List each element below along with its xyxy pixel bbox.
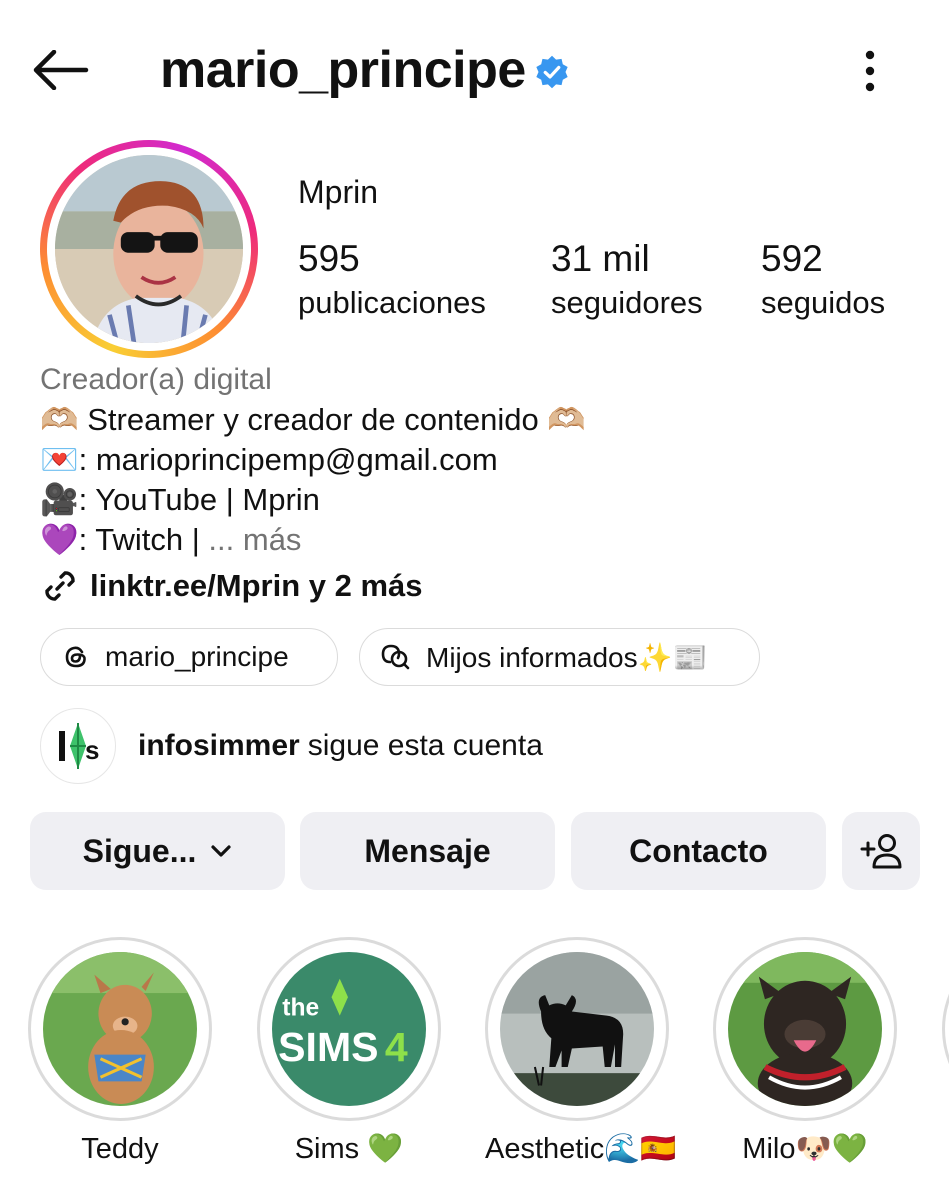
svg-text:SIMS: SIMS (278, 1024, 378, 1070)
channel-chip-label: Mijos informados✨📰 (426, 641, 708, 673)
threads-profile-chip[interactable]: mario_principe (40, 628, 338, 686)
profile-page: mario_principe Mprin 595 publicaciones 3… (0, 0, 949, 1200)
svg-text:the: the (282, 995, 319, 1022)
highlight-cover-milo (728, 952, 882, 1115)
bio-link[interactable]: linktr.ee/Mprin y 2 más (40, 564, 423, 608)
bio-more-link[interactable]: ... más (208, 522, 301, 557)
bio-email-text: : marioprincipemp@gmail.com (78, 442, 498, 477)
bio-link-text: linktr.ee/Mprin y 2 más (90, 568, 423, 603)
following-button[interactable]: Sigue... (30, 812, 285, 890)
bio-line-2: 💌: marioprincipemp@gmail.com (40, 440, 920, 480)
bio: Creador(a) digital 🫶🏼 Streamer y creador… (40, 360, 920, 560)
bio-line-1: 🫶🏼 Streamer y creador de contenido 🫶🏼 (40, 400, 920, 440)
broadcast-channel-icon (381, 644, 410, 670)
back-button[interactable] (30, 49, 90, 91)
profile-category: Creador(a) digital (40, 363, 272, 396)
stat-followers[interactable]: 31 mil seguidores (551, 236, 703, 324)
contact-button-label: Contacto (629, 832, 768, 869)
profile-username: mario_principe (160, 41, 526, 99)
top-bar: mario_principe (0, 30, 949, 110)
stat-posts[interactable]: 595 publicaciones (298, 236, 486, 324)
highlight-item[interactable]: Teddy (28, 937, 212, 1167)
svg-text:s: s (85, 735, 99, 765)
follower-username: infosimmer (138, 729, 300, 762)
following-button-label: Sigue... (82, 832, 197, 869)
highlight-item[interactable]: Aesthetic🌊🇪🇸 (485, 937, 677, 1167)
stat-following[interactable]: 592 seguidos (761, 236, 885, 324)
arrow-left-icon (33, 49, 89, 91)
highlight-item-partial[interactable] (942, 937, 949, 1121)
suggested-users-button[interactable] (842, 812, 920, 890)
threads-icon (65, 646, 86, 668)
movie-camera-emoji: 🎥 (40, 482, 79, 517)
highlight-cover-sims: the SIMS 4 (272, 952, 426, 1106)
heart-hands-emoji: 🫶🏼 (40, 402, 79, 437)
heart-hands-emoji: 🫶🏼 (547, 402, 586, 437)
message-button-label: Mensaje (364, 832, 491, 869)
highlight-label: Teddy (81, 1133, 159, 1165)
profile-avatar (55, 155, 243, 344)
highlight-label: Aesthetic🌊🇪🇸 (485, 1133, 677, 1165)
bio-line-1-text: Streamer y creador de contenido (78, 402, 548, 437)
stat-following-label: seguidos (761, 285, 886, 320)
highlight-item[interactable]: Milo🐶💚 (713, 937, 897, 1167)
message-button[interactable]: Mensaje (300, 812, 555, 890)
follower-avatar: s (40, 708, 116, 784)
highlight-label: Milo🐶💚 (742, 1133, 868, 1165)
highlight-item[interactable]: the SIMS 4 Sims 💚 (257, 937, 441, 1167)
chevron-down-icon (211, 845, 231, 857)
broadcast-channel-chip[interactable]: Mijos informados✨📰 (359, 628, 760, 686)
verified-badge-icon (536, 55, 568, 89)
bio-line-4: 💜: Twitch | ... más (40, 520, 920, 560)
love-letter-emoji: 💌 (40, 442, 79, 477)
svg-text:4: 4 (385, 1024, 408, 1070)
more-options-button[interactable] (850, 48, 890, 94)
highlight-cover-bull (500, 952, 654, 1106)
highlight-label: Sims 💚 (294, 1133, 404, 1165)
bio-youtube-text: : YouTube | Mprin (78, 482, 320, 517)
infosimmer-logo-icon: s (59, 723, 99, 769)
followed-by-text: sigue esta cuenta (307, 729, 543, 762)
threads-chip-label: mario_principe (105, 641, 289, 672)
link-icon (45, 571, 75, 601)
bio-twitch-text: : Twitch | (78, 522, 209, 557)
stat-posts-label: publicaciones (298, 285, 486, 320)
stat-followers-count: 31 mil (551, 238, 650, 279)
purple-heart-emoji: 💜 (40, 522, 79, 557)
stat-followers-label: seguidores (551, 285, 703, 320)
contact-button[interactable]: Contacto (571, 812, 826, 890)
followed-by-row[interactable]: s infosimmer sigue esta cuenta (40, 708, 543, 784)
stat-posts-count: 595 (298, 238, 360, 279)
add-user-icon (860, 834, 902, 869)
profile-avatar-story-ring[interactable] (40, 140, 258, 358)
display-name: Mprin (298, 174, 379, 210)
stat-following-count: 592 (761, 238, 823, 279)
more-vertical-icon (865, 50, 875, 92)
bio-line-3: 🎥: YouTube | Mprin (40, 480, 920, 520)
highlight-cover-teddy (43, 952, 197, 1106)
